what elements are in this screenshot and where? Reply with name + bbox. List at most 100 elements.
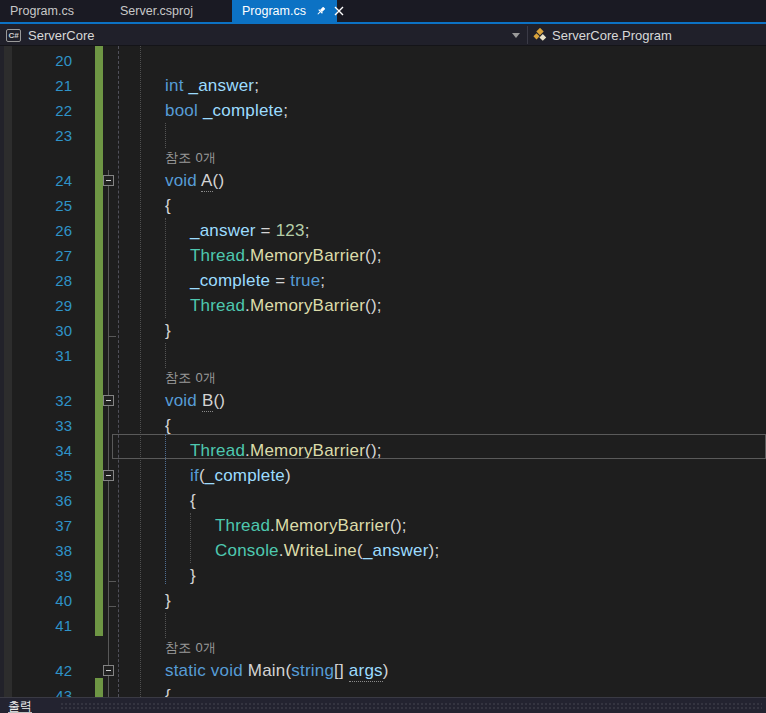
line-number: 38 (18, 538, 72, 563)
code-line: 35 if(_complete) (0, 463, 766, 488)
code-line: 38 Console.WriteLine(_answer); (0, 538, 766, 563)
indent-guide-member (165, 343, 166, 368)
tab-server-csproj[interactable]: Server.csproj (110, 0, 232, 22)
code-text: { (190, 488, 196, 513)
tab-label: Program.cs (242, 4, 306, 18)
line-number: 20 (18, 48, 72, 73)
codelens-row: 참조 0개 (0, 148, 766, 168)
line-number: 37 (18, 513, 72, 538)
navbar-separator (527, 26, 528, 44)
outlining-end-tick (108, 581, 116, 582)
code-text: if(_complete) (190, 463, 291, 488)
code-text: _answer = 123; (190, 218, 310, 243)
indent-guide-member (165, 123, 166, 148)
output-panel-header[interactable]: 출력 (0, 697, 766, 713)
fold-collapse-box[interactable] (103, 175, 114, 186)
indent-guide-if-body (190, 513, 191, 563)
code-text: void B() (165, 388, 225, 413)
line-number: 39 (18, 563, 72, 588)
line-number: 32 (18, 388, 72, 413)
code-line: 25 { (0, 193, 766, 218)
line-number: 27 (18, 243, 72, 268)
member-dropdown[interactable]: ServerCore.Program (533, 24, 672, 46)
line-number: 23 (18, 123, 72, 148)
tab-label: Program.cs (10, 4, 74, 18)
line-number: 28 (18, 268, 72, 293)
code-text: void A() (165, 168, 224, 193)
codelens-row: 참조 0개 (0, 368, 766, 388)
code-line: 22 bool _complete; (0, 98, 766, 123)
code-line: 21 int _answer; (0, 73, 766, 98)
line-number: 22 (18, 98, 72, 123)
indent-guide-member (165, 613, 166, 638)
codelens-references[interactable]: 참조 0개 (165, 368, 216, 388)
code-line: 26 _answer = 123; (0, 218, 766, 243)
code-text: } (190, 563, 196, 588)
csharp-project-icon: C# (6, 29, 21, 42)
code-text: } (165, 318, 171, 343)
line-number: 40 (18, 588, 72, 613)
tab-program-cs-1[interactable]: Program.cs (0, 0, 110, 22)
code-text: int _answer; (165, 73, 259, 98)
chevron-down-icon[interactable] (512, 33, 520, 38)
code-line: 42static void Main(string[] args) (0, 658, 766, 683)
line-number: 29 (18, 293, 72, 318)
code-line: 28 _complete = true; (0, 268, 766, 293)
code-editor[interactable]: 2021 int _answer; 22 bool _complete; 23 참조 0개… (0, 46, 766, 697)
code-line: 23 (0, 123, 766, 148)
project-dropdown-label: ServerCore (28, 28, 94, 43)
line-number: 21 (18, 73, 72, 98)
code-line: 36{ (0, 488, 766, 513)
code-line: 24 void A() (0, 168, 766, 193)
code-line: 37Thread.MemoryBarrier(); (0, 513, 766, 538)
class-icon (533, 28, 547, 42)
code-line: 43 { (0, 683, 766, 697)
line-number: 25 (18, 193, 72, 218)
code-line: 20 (0, 48, 766, 73)
project-dropdown[interactable]: C# ServerCore (6, 24, 94, 46)
code-line: 31 (0, 343, 766, 368)
line-number: 24 (18, 168, 72, 193)
code-text: Thread.MemoryBarrier(); (190, 243, 382, 268)
code-text: { (165, 683, 171, 697)
code-line: 29 Thread.MemoryBarrier(); (0, 293, 766, 318)
tab-program-cs-active[interactable]: Program.cs (232, 0, 337, 22)
code-line: 30} (0, 318, 766, 343)
line-number: 26 (18, 218, 72, 243)
panel-grip-dots (60, 702, 762, 711)
pin-icon[interactable] (315, 5, 327, 17)
line-number: 41 (18, 613, 72, 638)
indent-guide-methodB-body-active (165, 434, 166, 584)
code-line: 32 void B() (0, 388, 766, 413)
code-line: 40} (0, 588, 766, 613)
fold-collapse-box[interactable] (103, 395, 114, 406)
output-panel-title[interactable]: 출력 (8, 699, 32, 713)
codelens-references[interactable]: 참조 0개 (165, 638, 216, 658)
outlining-end-tick (108, 336, 116, 337)
tab-strip: Program.cs Server.csproj Program.cs (0, 0, 766, 22)
outlining-end-tick (108, 606, 116, 607)
line-number: 33 (18, 413, 72, 438)
line-number: 35 (18, 463, 72, 488)
close-icon[interactable] (334, 6, 344, 16)
code-text: bool _complete; (165, 98, 288, 123)
code-text: } (165, 588, 171, 613)
indent-guide-methodA-body (165, 218, 166, 318)
code-line: 27 Thread.MemoryBarrier(); (0, 243, 766, 268)
code-text: Console.WriteLine(_answer); (215, 538, 439, 563)
line-number: 31 (18, 343, 72, 368)
fold-collapse-box[interactable] (103, 665, 114, 676)
navigation-bar: C# ServerCore ServerCore.Program (0, 24, 766, 46)
line-number: 30 (18, 318, 72, 343)
code-text: Thread.MemoryBarrier(); (190, 293, 382, 318)
code-line: 41 (0, 613, 766, 638)
code-text: static void Main(string[] args) (165, 658, 389, 683)
fold-collapse-box[interactable] (103, 470, 114, 481)
codelens-row: 참조 0개 (0, 638, 766, 658)
line-number: 43 (18, 683, 72, 697)
tab-label: Server.csproj (120, 4, 193, 18)
code-text: { (165, 193, 171, 218)
code-text: _complete = true; (190, 268, 325, 293)
codelens-references[interactable]: 참조 0개 (165, 148, 216, 168)
current-line-border (112, 434, 766, 459)
